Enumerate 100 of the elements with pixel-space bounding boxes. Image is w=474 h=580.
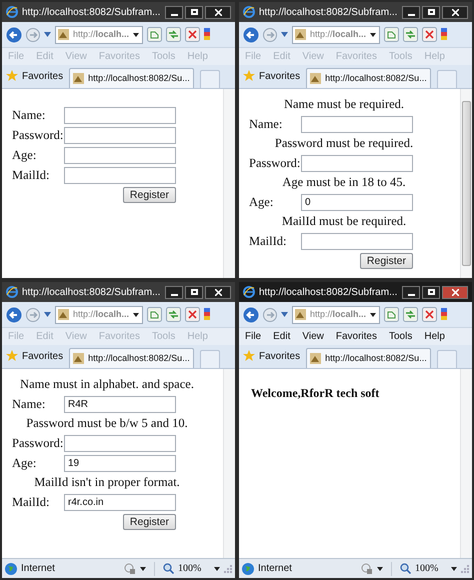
caret-icon[interactable]: [214, 566, 220, 570]
compatibility-icon[interactable]: [384, 307, 399, 322]
close-button[interactable]: [442, 286, 468, 298]
refresh-icon[interactable]: [403, 27, 418, 42]
refresh-icon[interactable]: [403, 307, 418, 322]
maximize-button[interactable]: [185, 286, 203, 298]
scrollbar[interactable]: [223, 89, 235, 278]
input-field[interactable]: [64, 126, 176, 144]
input-field[interactable]: r4r.co.in: [64, 494, 176, 510]
caret-icon[interactable]: [370, 32, 376, 36]
register-button[interactable]: Register: [122, 514, 176, 530]
field-label: Age:: [12, 454, 38, 472]
favorites-button[interactable]: Favorites: [243, 66, 300, 86]
search-provider-icon[interactable]: [204, 27, 210, 42]
favorites-button[interactable]: Favorites: [243, 346, 300, 366]
back-icon[interactable]: [6, 26, 22, 42]
browser-tab[interactable]: http://localhost:8082/Su...: [69, 68, 194, 88]
search-provider-icon[interactable]: [441, 307, 447, 322]
forward-icon[interactable]: [263, 308, 277, 322]
search-provider-icon[interactable]: [204, 307, 210, 322]
resize-grip-icon[interactable]: [224, 564, 232, 572]
menu-item[interactable]: Favorites: [336, 329, 377, 344]
browser-tab[interactable]: http://localhost:8082/Su...: [306, 68, 431, 88]
protected-mode-icon[interactable]: [361, 562, 373, 574]
browser-logo-icon: [6, 286, 18, 298]
input-field[interactable]: [301, 116, 413, 132]
input-field[interactable]: [64, 106, 176, 124]
browser-tab[interactable]: http://localhost:8082/Su...: [69, 348, 194, 368]
maximize-button[interactable]: [422, 6, 440, 18]
caret-icon[interactable]: [370, 312, 376, 316]
browser-tab[interactable]: http://localhost:8082/Su...: [306, 348, 431, 368]
input-field[interactable]: [301, 232, 413, 250]
zone-text: Internet: [21, 562, 56, 576]
input-field[interactable]: [301, 154, 413, 172]
minimize-button[interactable]: [165, 6, 183, 18]
address-field[interactable]: http://localh...: [55, 26, 143, 44]
caret-icon[interactable]: [451, 566, 457, 570]
close-button[interactable]: [205, 286, 231, 298]
refresh-icon[interactable]: [166, 307, 181, 322]
favorites-button[interactable]: Favorites: [6, 346, 64, 366]
maximize-button[interactable]: [422, 286, 440, 298]
caret-icon[interactable]: [133, 312, 140, 316]
close-button[interactable]: [205, 6, 231, 18]
minimize-button[interactable]: [402, 286, 420, 298]
menu-item[interactable]: File: [245, 329, 262, 344]
scrollbar[interactable]: [460, 89, 472, 278]
menu-item[interactable]: Help: [424, 329, 445, 344]
compatibility-icon[interactable]: [384, 27, 399, 42]
address-text: http://localh...: [310, 308, 366, 321]
forward-icon[interactable]: [263, 28, 277, 42]
scrollbar[interactable]: [223, 369, 235, 558]
stop-icon[interactable]: [185, 307, 200, 322]
address-field[interactable]: http://localh...: [292, 26, 380, 44]
register-button[interactable]: Register: [122, 187, 176, 203]
back-icon[interactable]: [243, 26, 259, 42]
forward-icon[interactable]: [26, 308, 40, 322]
compatibility-icon[interactable]: [147, 27, 162, 42]
input-field[interactable]: [64, 166, 176, 184]
minimize-button[interactable]: [165, 286, 183, 298]
close-icon: [214, 288, 222, 296]
close-button[interactable]: [442, 6, 468, 18]
menu-item[interactable]: View: [302, 329, 324, 344]
forward-icon[interactable]: [26, 28, 40, 42]
input-field[interactable]: 0: [301, 194, 413, 210]
zoom-icon[interactable]: [400, 563, 411, 574]
page-icon: [73, 353, 84, 364]
menu-item[interactable]: Edit: [273, 329, 290, 344]
minimize-button[interactable]: [402, 6, 420, 18]
stop-icon[interactable]: [422, 27, 437, 42]
scrollbar[interactable]: [460, 369, 472, 558]
stop-icon[interactable]: [422, 307, 437, 322]
stop-icon[interactable]: [185, 27, 200, 42]
zoom-icon[interactable]: [163, 563, 174, 574]
address-text: http://localh...: [310, 28, 366, 41]
register-button[interactable]: Register: [360, 253, 413, 269]
refresh-icon[interactable]: [166, 27, 181, 42]
menu-item[interactable]: Tools: [388, 329, 412, 344]
address-field[interactable]: http://localh...: [55, 306, 143, 324]
caret-icon[interactable]: [133, 32, 140, 36]
favorites-button[interactable]: Favorites: [6, 66, 64, 86]
protected-mode-icon[interactable]: [124, 562, 136, 574]
zoom-level[interactable]: 100%: [415, 561, 447, 576]
globe-icon: [242, 562, 254, 574]
browser-logo-icon: [6, 6, 18, 18]
field-label: Name:: [249, 116, 284, 133]
back-icon[interactable]: [6, 306, 22, 322]
caret-icon[interactable]: [140, 566, 146, 570]
input-field[interactable]: 19: [64, 454, 176, 472]
caret-icon[interactable]: [377, 566, 383, 570]
back-icon[interactable]: [243, 306, 259, 322]
input-field[interactable]: [64, 434, 176, 452]
validation-message: Name must be required.: [282, 96, 406, 113]
address-field[interactable]: http://localh...: [292, 306, 380, 324]
input-field[interactable]: R4R: [64, 396, 176, 412]
compatibility-icon[interactable]: [147, 307, 162, 322]
input-field[interactable]: [64, 146, 176, 164]
search-provider-icon[interactable]: [441, 27, 447, 42]
resize-grip-icon[interactable]: [461, 564, 469, 572]
zoom-level[interactable]: 100%: [178, 561, 210, 576]
maximize-button[interactable]: [185, 6, 203, 18]
